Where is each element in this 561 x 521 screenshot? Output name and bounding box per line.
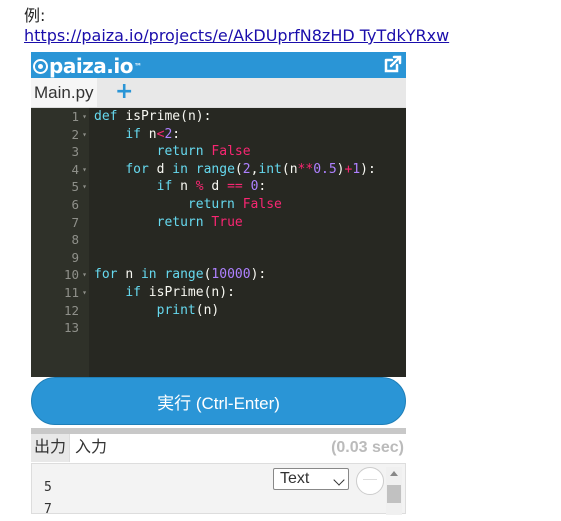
line-number: 10 ▾ [31, 266, 89, 284]
file-tabs: Main.py + [31, 78, 406, 108]
add-file-button[interactable]: + [115, 80, 133, 104]
logo-trademark: ™ [134, 61, 142, 71]
line-number-text: 9 [71, 249, 79, 265]
paiza-logo[interactable]: paiza.io ™ [33, 54, 142, 78]
code-line[interactable]: print(n) [94, 302, 406, 320]
tab-main-py[interactable]: Main.py [31, 78, 97, 107]
paiza-logo-icon [33, 58, 48, 74]
fold-arrow-icon[interactable]: ▾ [82, 178, 87, 196]
scroll-thumb[interactable] [387, 485, 401, 503]
code-area[interactable]: def isPrime(n): if n<2: return False for… [89, 108, 406, 377]
line-number: 2 ▾ [31, 126, 89, 144]
code-line[interactable]: return False [94, 143, 406, 161]
code-line[interactable]: if n % d == 0: [94, 178, 406, 196]
line-number-text: 1 [71, 109, 79, 124]
tab-output[interactable]: 出力 [31, 434, 70, 462]
fold-arrow-icon[interactable]: ▾ [82, 266, 87, 284]
fold-arrow-icon[interactable]: ▾ [82, 161, 87, 179]
line-number-text: 13 [63, 320, 79, 336]
line-number-text: 2 [71, 126, 79, 142]
scroll-up-icon[interactable] [390, 471, 398, 476]
io-tabs: 出力 入力 (0.03 sec) [31, 434, 406, 462]
paiza-widget: paiza.io ™ Main.py + 1 ▾ 2 ▾ 3 4 ▾ 5 ▾ 6 7 8 9 10 ▾ 11 ▾… [31, 52, 406, 517]
line-number: 3 [31, 143, 89, 161]
line-number: 8 [31, 231, 89, 249]
code-line[interactable] [94, 231, 406, 249]
line-number-text: 4 [71, 161, 79, 177]
output-line: 5 [44, 480, 52, 495]
code-line[interactable]: if isPrime(n): [94, 284, 406, 302]
line-number-text: 11 [63, 284, 79, 300]
chevron-down-icon [333, 474, 345, 486]
output-panel: Text 5 7 [31, 463, 406, 517]
tab-input[interactable]: 入力 [75, 434, 108, 462]
line-number: 13 [31, 319, 89, 337]
code-line[interactable]: def isPrime(n): [94, 108, 406, 126]
line-number-text: 3 [71, 144, 79, 160]
project-link[interactable]: https://paiza.io/projects/e/AkDUprfN8zHD… [24, 26, 449, 45]
code-editor[interactable]: 1 ▾ 2 ▾ 3 4 ▾ 5 ▾ 6 7 8 9 10 ▾ 11 ▾ 12 13 def isPrime(n): … [31, 108, 406, 377]
line-number: 7 [31, 214, 89, 232]
external-link-icon[interactable] [383, 54, 403, 74]
fold-arrow-icon[interactable]: ▾ [82, 108, 87, 126]
format-select-value: Text [280, 470, 310, 487]
logo-text: paiza.io [49, 54, 134, 78]
code-line[interactable]: return True [94, 214, 406, 232]
code-line[interactable] [94, 319, 406, 337]
line-number: 4 ▾ [31, 161, 89, 179]
output-line: 7 [44, 502, 52, 517]
line-number-text: 10 [63, 267, 79, 283]
line-number: 12 [31, 302, 89, 320]
wrap-toggle-icon[interactable] [356, 467, 384, 495]
elapsed-time: (0.03 sec) [331, 439, 404, 456]
output-scrollbar[interactable] [386, 467, 402, 515]
line-number-text: 7 [71, 214, 79, 230]
output-text: 5 7 [44, 477, 52, 521]
line-number-text: 8 [71, 232, 79, 248]
line-number: 11 ▾ [31, 284, 89, 302]
code-line[interactable]: for d in range(2,int(n**0.5)+1): [94, 161, 406, 179]
line-number-text: 5 [71, 179, 79, 195]
example-label: 例: [24, 6, 46, 25]
fold-arrow-icon[interactable]: ▾ [82, 126, 87, 144]
format-select[interactable]: Text [273, 468, 349, 490]
line-number-text: 6 [71, 196, 79, 212]
line-number: 5 ▾ [31, 178, 89, 196]
top-bar: paiza.io ™ [31, 52, 406, 78]
code-line[interactable]: return False [94, 196, 406, 214]
code-line[interactable]: for n in range(10000): [94, 266, 406, 284]
intro: 例: https://paiza.io/projects/e/AkDUprfN8… [24, 6, 449, 46]
line-number: 6 [31, 196, 89, 214]
line-number: 9 [31, 249, 89, 267]
line-number-text: 12 [63, 302, 79, 318]
line-gutter: 1 ▾ 2 ▾ 3 4 ▾ 5 ▾ 6 7 8 9 10 ▾ 11 ▾ 12 13 [31, 108, 89, 377]
code-line[interactable]: if n<2: [94, 126, 406, 144]
line-number: 1 ▾ [31, 108, 89, 126]
run-button[interactable]: 実行 (Ctrl-Enter) [31, 377, 406, 425]
code-line[interactable] [94, 249, 406, 267]
fold-arrow-icon[interactable]: ▾ [82, 284, 87, 302]
